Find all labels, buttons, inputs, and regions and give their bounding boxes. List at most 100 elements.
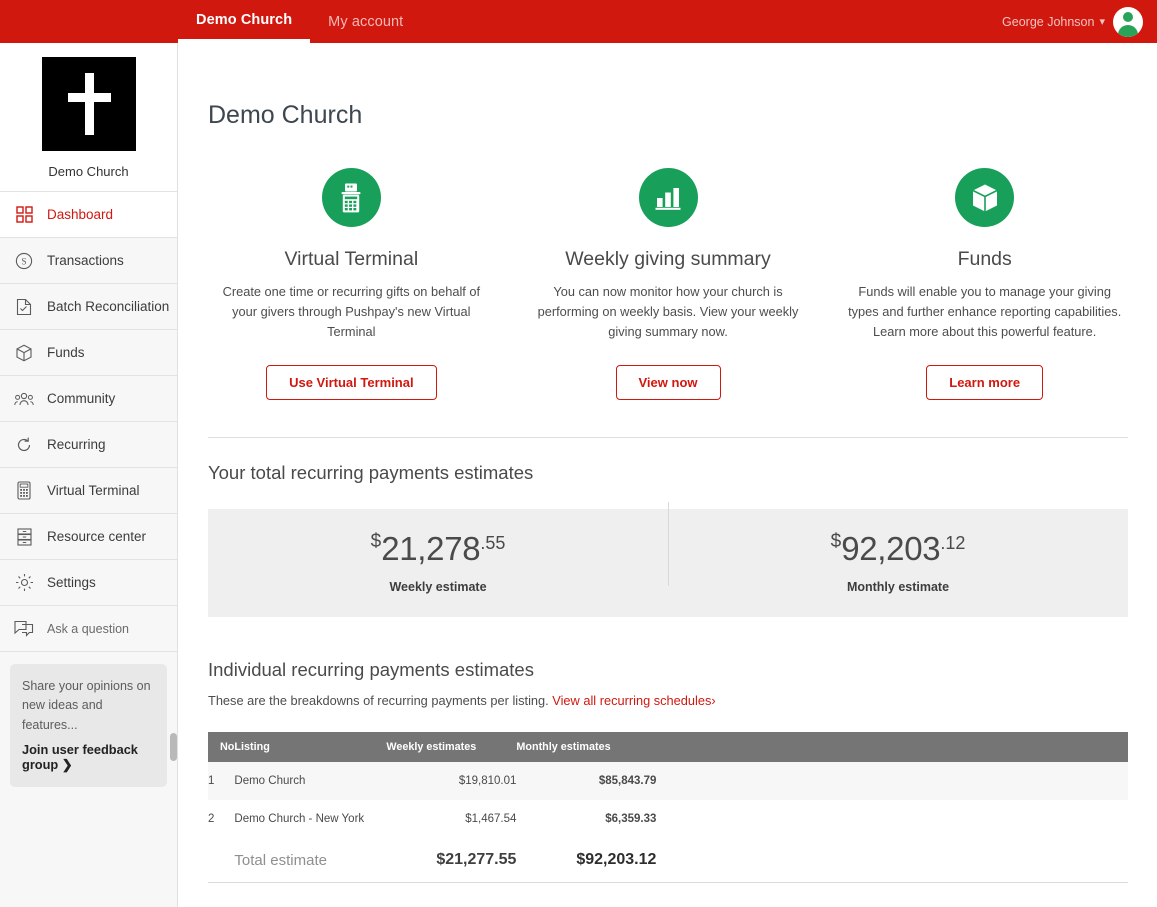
table-header: No Listing Weekly estimates Monthly esti… <box>208 732 1128 763</box>
monthly-currency: $ <box>830 531 842 553</box>
sidebar-item-community-label: Community <box>47 391 116 406</box>
column-monthly-estimates: Monthly estimates <box>516 732 657 763</box>
weekly-estimate-amount: $21,278.55 <box>208 532 668 565</box>
total-monthly: $92,203.12 <box>516 838 657 884</box>
sidebar-item-resource-center-label: Resource center <box>47 529 147 544</box>
card-weekly-giving-summary: Weekly giving summary You can now monito… <box>510 168 827 401</box>
avatar[interactable] <box>1113 6 1143 37</box>
card-funds-title: Funds <box>957 248 1012 270</box>
tab-my-account[interactable]: My account <box>310 0 421 43</box>
sidebar-item-dashboard-label: Dashboard <box>47 207 114 222</box>
sidebar-brand: Demo Church <box>0 43 177 191</box>
sidebar: Demo Church Dashboard S Transactions Bat… <box>0 43 178 907</box>
bar-chart-icon <box>638 168 698 227</box>
weekly-integer: 21,278 <box>381 530 481 568</box>
cube-icon <box>955 168 1015 227</box>
card-weekly-giving-summary-desc: You can now monitor how your church is p… <box>537 284 799 339</box>
weekly-currency: $ <box>370 531 382 553</box>
user-name-label: George Johnson <box>1002 14 1095 29</box>
tab-demo-church-label: Demo Church <box>196 11 293 28</box>
row-weekly: $1,467.54 <box>465 813 517 826</box>
individual-estimates-note: These are the breakdowns of recurring pa… <box>179 681 1157 708</box>
sidebar-scrollbar-thumb[interactable] <box>170 733 177 761</box>
drawers-icon <box>14 527 34 547</box>
sidebar-item-funds-label: Funds <box>47 345 85 360</box>
sidebar-item-ask-a-question-label: Ask a question <box>47 621 129 636</box>
feature-cards: Virtual Terminal Create one time or recu… <box>179 168 1157 401</box>
row-monthly: $6,359.33 <box>605 813 657 826</box>
sidebar-item-ask-a-question[interactable]: Ask a question <box>0 606 177 652</box>
row-weekly: $19,810.01 <box>458 775 517 788</box>
sidebar-item-resource-center[interactable]: Resource center <box>0 514 177 560</box>
use-virtual-terminal-button[interactable]: Use Virtual Terminal <box>266 365 437 401</box>
chat-bubble-icon <box>14 619 34 639</box>
individual-estimates-heading: Individual recurring payments estimates <box>208 659 534 681</box>
card-virtual-terminal-desc: Create one time or recurring gifts on be… <box>222 284 481 339</box>
card-terminal-icon <box>14 481 34 501</box>
sidebar-item-funds[interactable]: Funds <box>0 330 177 376</box>
topbar-user-area: George Johnson ▾ <box>1002 0 1157 43</box>
table-total-row: Total estimate $21,277.55 $92,203.12 <box>208 838 1128 884</box>
chevron-down-icon: ▾ <box>1099 16 1105 28</box>
sidebar-item-virtual-terminal[interactable]: Virtual Terminal <box>0 468 177 514</box>
cross-icon <box>41 57 136 151</box>
feedback-text: Share your opinions on new ideas and fea… <box>22 679 151 732</box>
table-row[interactable]: 1 Demo Church $19,810.01 $85,843.79 <box>208 762 1128 801</box>
view-all-recurring-schedules-link[interactable]: View all recurring schedules› <box>552 693 715 708</box>
row-no: 1 <box>208 775 215 788</box>
table-header-row: No Listing Weekly estimates Monthly esti… <box>208 732 1128 763</box>
table-row[interactable]: 2 Demo Church - New York $1,467.54 $6,35… <box>208 800 1128 838</box>
column-listing: Listing <box>234 732 387 763</box>
main-content: Demo Church Virtual Terminal Create one … <box>179 43 1157 907</box>
individual-estimates-table: No Listing Weekly estimates Monthly esti… <box>208 732 1128 884</box>
column-weekly-estimates: Weekly estimates <box>386 732 517 763</box>
sidebar-item-batch-reconciliation-label: Batch Reconciliation <box>47 299 170 314</box>
card-funds: Funds Funds will enable you to manage yo… <box>826 168 1143 401</box>
tab-my-account-label: My account <box>328 13 404 30</box>
row-monthly: $85,843.79 <box>598 775 657 788</box>
sidebar-item-transactions-label: Transactions <box>47 253 124 268</box>
total-weekly: $21,277.55 <box>386 838 517 884</box>
sidebar-item-batch-reconciliation[interactable]: Batch Reconciliation <box>0 284 177 330</box>
individual-estimates-note-text: These are the breakdowns of recurring pa… <box>208 693 553 709</box>
cube-icon <box>14 343 34 363</box>
dollar-circle-icon: S <box>14 251 34 271</box>
monthly-integer: 92,203 <box>841 530 941 568</box>
sidebar-item-dashboard[interactable]: Dashboard <box>0 192 177 238</box>
svg-text:S: S <box>21 256 26 266</box>
card-weekly-giving-summary-title: Weekly giving summary <box>565 248 771 270</box>
weekly-estimate-block: $21,278.55 Weekly estimate <box>208 532 668 594</box>
people-icon <box>14 389 34 409</box>
card-virtual-terminal-title: Virtual Terminal <box>284 248 419 270</box>
sidebar-item-transactions[interactable]: S Transactions <box>0 238 177 284</box>
page-title: Demo Church <box>208 101 363 129</box>
sidebar-item-settings-label: Settings <box>47 575 96 590</box>
monthly-estimate-block: $92,203.12 Monthly estimate <box>668 502 1128 595</box>
view-now-button[interactable]: View now <box>615 365 721 401</box>
join-user-feedback-group-link[interactable]: Join user feedback group ❯ <box>22 742 155 773</box>
sidebar-item-settings[interactable]: Settings <box>0 560 177 606</box>
sidebar-item-recurring-label: Recurring <box>47 437 106 452</box>
weekly-decimal: .55 <box>480 533 506 554</box>
feedback-box: Share your opinions on new ideas and fea… <box>10 664 167 788</box>
tab-demo-church[interactable]: Demo Church <box>178 0 311 43</box>
sidebar-item-recurring[interactable]: Recurring <box>0 422 177 468</box>
monthly-estimate-label: Monthly estimate <box>846 580 950 595</box>
grid-icon <box>14 205 34 225</box>
card-virtual-terminal: Virtual Terminal Create one time or recu… <box>193 168 510 401</box>
gear-icon <box>14 573 34 593</box>
learn-more-button[interactable]: Learn more <box>926 365 1044 401</box>
sidebar-item-community[interactable]: Community <box>0 376 177 422</box>
document-check-icon <box>14 297 34 317</box>
sidebar-brand-label: Demo Church <box>48 164 129 179</box>
row-listing: Demo Church - New York <box>234 813 365 826</box>
top-nav-items: Demo Church My account <box>178 0 421 43</box>
total-row-no <box>208 838 235 884</box>
table-body: 1 Demo Church $19,810.01 $85,843.79 2 De… <box>208 762 1128 884</box>
top-navigation-bar: Demo Church My account George Johnson ▾ <box>0 0 1157 43</box>
sidebar-item-virtual-terminal-label: Virtual Terminal <box>47 483 140 498</box>
refresh-icon <box>14 435 34 455</box>
user-menu[interactable]: George Johnson ▾ <box>1002 15 1105 29</box>
row-spacer <box>656 800 1128 838</box>
